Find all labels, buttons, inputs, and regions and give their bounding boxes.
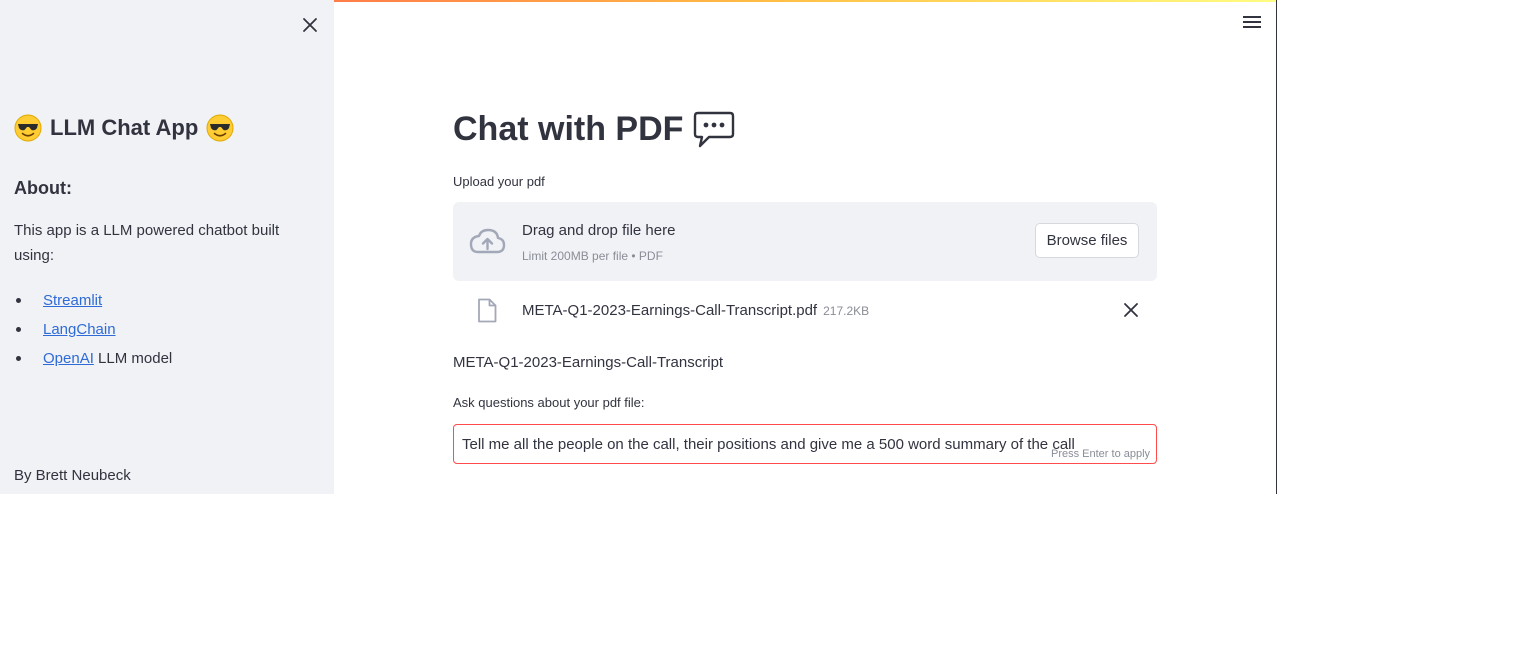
press-enter-hint: Press Enter to apply [1051, 448, 1151, 460]
file-dropzone[interactable]: Drag and drop file here Limit 200MB per … [453, 202, 1157, 281]
upload-label: Upload your pdf [453, 174, 545, 189]
close-icon[interactable] [300, 15, 320, 35]
openai-suffix: LLM model [93, 350, 173, 367]
sidebar-title: LLM Chat App [14, 114, 234, 142]
dropzone-instructions: Drag and drop file here [522, 222, 676, 239]
document-name: META-Q1-2023-Earnings-Call-Transcript [453, 354, 724, 371]
tech-list: Streamlit LangChain OpenAI LLM model [14, 286, 172, 373]
remove-file-icon[interactable] [1123, 302, 1139, 318]
list-item: OpenAI LLM model [14, 344, 172, 373]
file-size: 217.2KB [823, 304, 870, 318]
author-credit: By Brett Neubeck [14, 467, 131, 484]
cloud-upload-icon [469, 228, 506, 254]
uploaded-file-row: META-Q1-2023-Earnings-Call-Transcript.pd… [453, 292, 1157, 330]
streamlit-link[interactable]: Streamlit [43, 292, 102, 309]
openai-link[interactable]: OpenAI [43, 350, 94, 367]
hamburger-menu-icon[interactable] [1243, 16, 1261, 32]
app-frame: LLM Chat App About: This app is a LLM po… [0, 0, 1277, 494]
sidebar-title-text: LLM Chat App [50, 115, 199, 140]
page-title-text: Chat with PDF [453, 110, 684, 148]
file-name-text: META-Q1-2023-Earnings-Call-Transcript.pd… [522, 302, 818, 319]
sunglasses-emoji-icon [14, 114, 42, 142]
speech-balloon-icon [694, 111, 735, 147]
langchain-link[interactable]: LangChain [43, 321, 116, 338]
dropzone-limit: Limit 200MB per file • PDF [522, 249, 663, 263]
file-icon [478, 298, 497, 323]
sunglasses-emoji-icon [206, 114, 234, 142]
question-label: Ask questions about your pdf file: [453, 395, 645, 410]
about-description: This app is a LLM powered chatbot built … [14, 222, 280, 264]
list-item: LangChain [14, 315, 172, 344]
about-heading: About: [14, 178, 72, 198]
sidebar: LLM Chat App About: This app is a LLM po… [0, 0, 334, 494]
page-title: Chat with PDF [453, 110, 735, 149]
browse-files-button[interactable]: Browse files [1035, 223, 1139, 258]
uploaded-file-name: META-Q1-2023-Earnings-Call-Transcript.pd… [522, 302, 869, 319]
list-item: Streamlit [14, 286, 172, 315]
